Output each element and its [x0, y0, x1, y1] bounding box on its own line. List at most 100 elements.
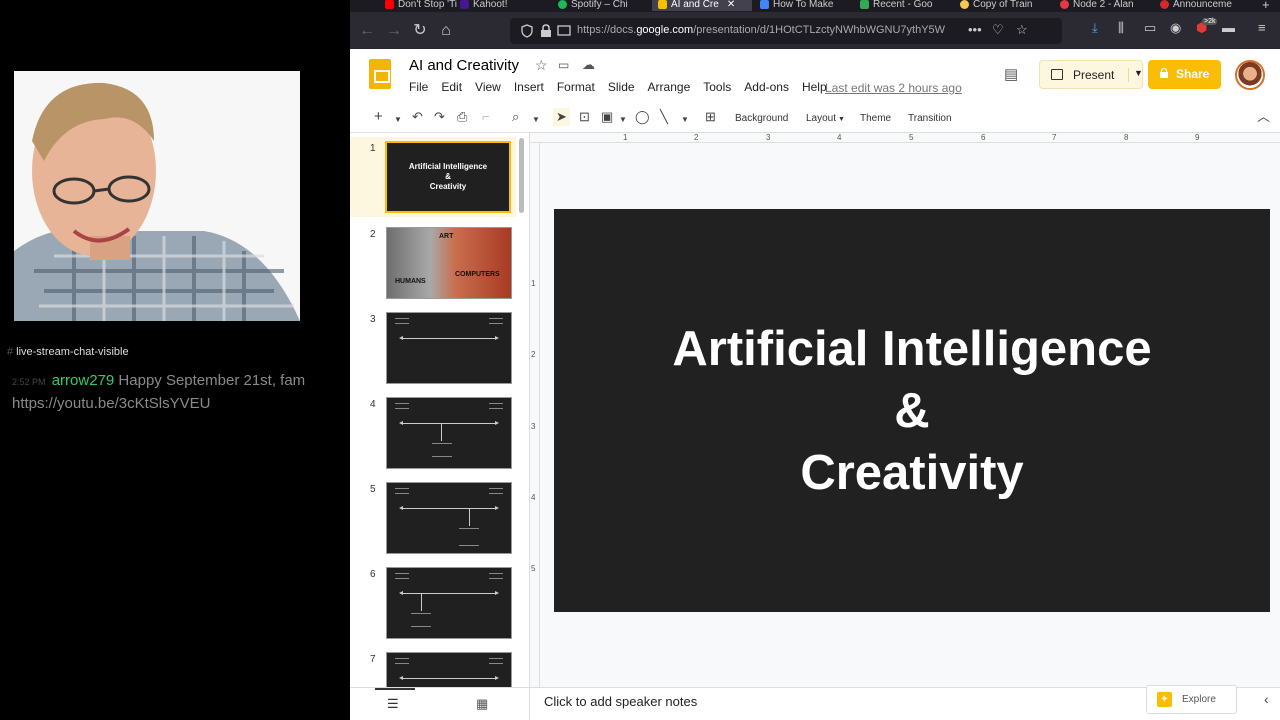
chat-channel-label: # live-stream-chat-visible	[7, 346, 129, 358]
image-icon[interactable]: ▣	[601, 108, 613, 126]
slide-thumbnail-6[interactable]: 6	[350, 563, 516, 643]
new-tab-icon[interactable]: +	[1262, 0, 1280, 11]
present-button[interactable]: Present ▼	[1039, 60, 1143, 89]
select-cursor-icon[interactable]: ➤	[553, 108, 570, 126]
last-edit-link[interactable]: Last edit was 2 hours ago	[825, 81, 962, 95]
present-dropdown-icon[interactable]: ▼	[1128, 68, 1143, 82]
shape-icon[interactable]: ◯	[635, 108, 650, 126]
speaker-notes-placeholder[interactable]: Click to add speaker notes	[544, 694, 697, 709]
browser-tab[interactable]: Kahoot!	[460, 0, 540, 11]
forward-icon[interactable]: →	[383, 20, 405, 42]
slide-title[interactable]: Artificial Intelligence & Creativity	[672, 318, 1151, 504]
editor-toolbar: + ▼ ↶ ↷ ⎙ ⌐ ⌕ ▼ ➤ ⊡ ▣ ▼ ◯ ╲ ▼ ⊞ Backgrou…	[350, 102, 1280, 133]
browser-tab[interactable]: Copy of Train	[960, 0, 1050, 11]
new-slide-dropdown-icon[interactable]: ▼	[394, 111, 402, 129]
browser-tab[interactable]: Recent - Goo	[860, 0, 950, 11]
zoom-dropdown-icon[interactable]: ▼	[532, 111, 540, 129]
grid-view-icon[interactable]: ▦	[476, 696, 488, 712]
slide-thumbnail-3[interactable]: 3	[350, 308, 516, 388]
browser-tab[interactable]: How To Make	[760, 0, 850, 11]
theme-button[interactable]: Theme	[860, 110, 891, 128]
slide-thumbnail-4[interactable]: 4	[350, 393, 516, 473]
account-icon[interactable]: ◉	[1170, 20, 1181, 36]
filmstrip-scrollbar[interactable]	[519, 138, 524, 213]
browser-tab[interactable]: Announceme	[1160, 0, 1250, 11]
menu-format[interactable]: Format	[557, 80, 595, 94]
home-icon[interactable]: ⌂	[435, 20, 457, 42]
slide-thumbnail-2[interactable]: 2 ART HUMANS COMPUTERS	[350, 223, 516, 303]
menu-tools[interactable]: Tools	[703, 80, 731, 94]
speaker-notes[interactable]: Click to add speaker notes ✦ Explore ‹	[530, 685, 1280, 720]
new-slide-icon[interactable]: +	[374, 108, 383, 126]
background-button[interactable]: Background	[735, 110, 788, 128]
slide-thumbnail-7[interactable]: 7	[350, 648, 516, 687]
browser-tab-active[interactable]: AI and Cre ✕	[652, 0, 752, 11]
more-actions-icon[interactable]: •••	[968, 22, 982, 37]
menu-view[interactable]: View	[475, 80, 501, 94]
comment-add-icon[interactable]: ⊞	[705, 108, 716, 126]
livestream-overlay: # live-stream-chat-visible 2:52 PM arrow2…	[0, 0, 350, 720]
tab-favicon	[960, 0, 969, 9]
back-icon[interactable]: ←	[356, 20, 378, 42]
tab-favicon	[658, 0, 667, 9]
avatar[interactable]	[1235, 60, 1265, 90]
undo-icon[interactable]: ↶	[412, 108, 423, 126]
text-box-icon[interactable]: ⊡	[579, 108, 590, 126]
filmstrip-view-icon[interactable]: ☰	[387, 696, 399, 712]
side-panel-toggle-icon[interactable]: ‹	[1264, 691, 1269, 707]
permissions-icon[interactable]	[557, 24, 571, 38]
bookmark-star-icon[interactable]: ☆	[1016, 22, 1028, 38]
extension-icon[interactable]: ▬	[1222, 20, 1235, 35]
paint-format-icon[interactable]: ⌐	[482, 108, 490, 126]
current-slide[interactable]: Artificial Intelligence & Creativity	[554, 209, 1270, 612]
cloud-saved-icon: ☁	[582, 57, 595, 72]
filmstrip-footer: ☰ ▦	[350, 687, 530, 720]
print-icon[interactable]: ⎙	[457, 108, 467, 126]
shield-icon	[521, 24, 533, 38]
tab-favicon	[860, 0, 869, 9]
pocket-icon[interactable]: ♡	[992, 22, 1004, 38]
menu-icon[interactable]: ≡	[1258, 20, 1266, 35]
google-slides-logo[interactable]	[369, 59, 391, 89]
url-text[interactable]: https://docs.google.com/presentation/d/1…	[577, 24, 957, 36]
menu-addons[interactable]: Add-ons	[744, 80, 789, 94]
document-title[interactable]: AI and Creativity	[409, 57, 519, 74]
share-button[interactable]: Share	[1148, 60, 1221, 89]
slide-thumbnail-5[interactable]: 5	[350, 478, 516, 558]
transition-button[interactable]: Transition	[908, 110, 952, 128]
line-dropdown-icon[interactable]: ▼	[681, 111, 689, 129]
comment-icon[interactable]: ▤	[1004, 65, 1024, 85]
move-folder-icon[interactable]: ▭	[558, 58, 569, 72]
extension-badge: >2k	[1202, 18, 1218, 25]
download-icon[interactable]: ⤓	[1092, 20, 1098, 36]
menu-slide[interactable]: Slide	[608, 80, 635, 94]
navigation-bar: ← → ↻ ⌂ https://docs.google.com/presenta…	[350, 12, 1280, 49]
url-bar[interactable]: https://docs.google.com/presentation/d/1…	[510, 18, 1062, 44]
browser-tab[interactable]: Spotify – Chi	[558, 0, 648, 11]
sidebar-icon[interactable]: ▭	[1144, 20, 1156, 36]
star-icon[interactable]: ☆	[535, 57, 548, 74]
view-active-indicator	[375, 688, 415, 690]
lock-icon	[1160, 68, 1168, 78]
close-tab-icon[interactable]: ✕	[727, 0, 735, 10]
image-dropdown-icon[interactable]: ▼	[619, 111, 627, 129]
layout-dropdown-icon: ▼	[836, 116, 845, 123]
menu-insert[interactable]: Insert	[514, 80, 544, 94]
browser-tab[interactable]: Node 2 - Alan	[1060, 0, 1155, 11]
layout-button[interactable]: Layout ▼	[806, 110, 845, 129]
slide-thumbnail-1[interactable]: 1 Artificial Intelligence & Creativity	[350, 137, 516, 217]
menu-file[interactable]: File	[409, 80, 428, 94]
menu-help[interactable]: Help	[802, 80, 827, 94]
explore-button[interactable]: ✦ Explore	[1146, 685, 1237, 714]
line-icon[interactable]: ╲	[660, 108, 668, 126]
slide-canvas: 1 2 3 4 5 6 7 8 9 1 2 3 4 5 Artificial I…	[530, 133, 1280, 687]
redo-icon[interactable]: ↷	[434, 108, 445, 126]
zoom-icon[interactable]: ⌕	[512, 108, 519, 126]
menu-arrange[interactable]: Arrange	[648, 80, 691, 94]
lock-icon	[541, 24, 551, 37]
library-icon[interactable]: ⫼	[1118, 20, 1124, 36]
collapse-toolbar-icon[interactable]: ︿	[1257, 108, 1270, 126]
vertical-ruler: 1 2 3 4 5	[530, 143, 540, 687]
menu-edit[interactable]: Edit	[441, 80, 462, 94]
reload-icon[interactable]: ↻	[409, 20, 431, 42]
